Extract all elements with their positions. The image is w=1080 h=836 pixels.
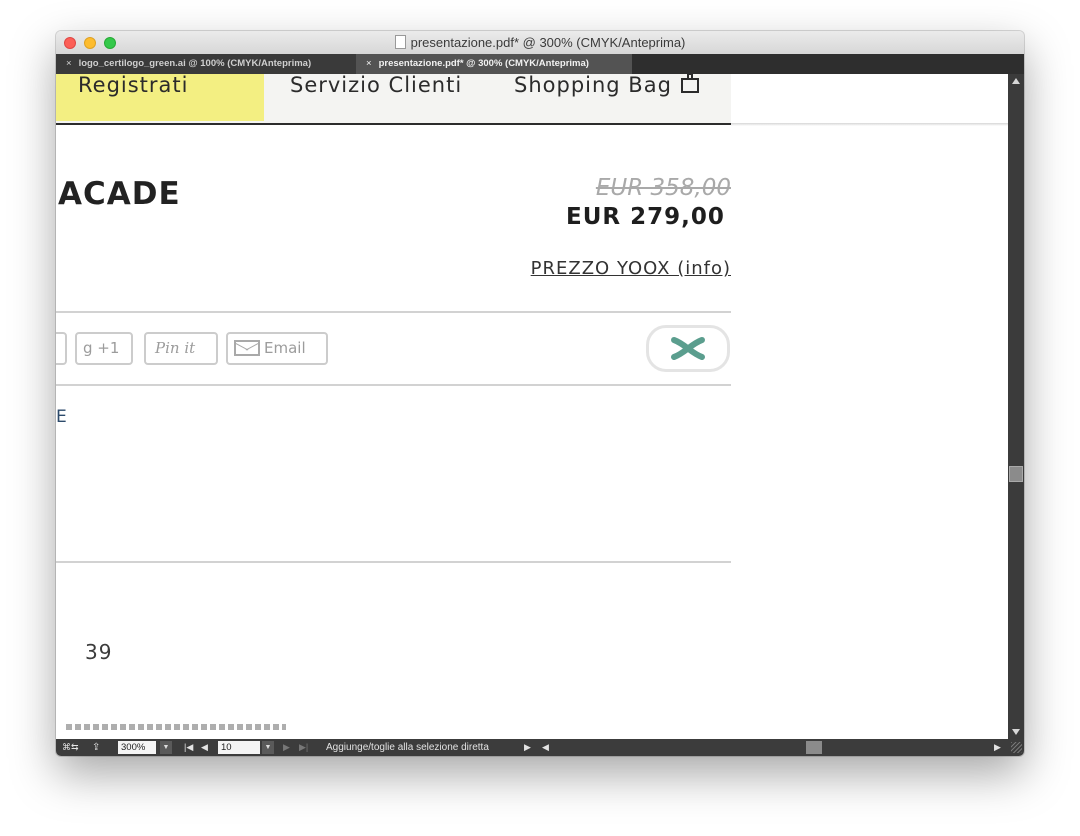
price-info-link[interactable]: PREZZO YOOX (info)	[531, 258, 731, 279]
page-number-input[interactable]: 10	[218, 741, 260, 754]
email-label: Email	[264, 339, 306, 357]
title-bar[interactable]: presentazione.pdf* @ 300% (CMYK/Anteprim…	[56, 31, 1024, 55]
divider	[56, 384, 731, 386]
tab-close-icon[interactable]: ×	[66, 58, 72, 69]
close-x-icon	[671, 337, 705, 360]
document-tab-bar: × logo_certilogo_green.ai @ 100% (CMYK/An…	[56, 54, 1024, 74]
clipped-text-line	[66, 724, 286, 730]
gplus-label: g +1	[83, 339, 120, 357]
product-name: ACADE	[58, 176, 181, 212]
shopping-bag-icon[interactable]	[681, 74, 699, 93]
zoom-input[interactable]: 300%	[118, 741, 156, 754]
window-title: presentazione.pdf* @ 300% (CMYK/Anteprim…	[410, 35, 686, 50]
illustrator-window: presentazione.pdf* @ 300% (CMYK/Anteprim…	[56, 31, 1024, 756]
share-icon[interactable]: ⇪	[92, 739, 100, 756]
tab-label: presentazione.pdf* @ 300% (CMYK/Anteprim…	[378, 58, 589, 69]
tab-label: logo_certilogo_green.ai @ 100% (CMYK/Ant…	[78, 58, 312, 69]
current-price: EUR 279,00	[566, 204, 725, 230]
size-value: 39	[85, 640, 113, 664]
first-page-icon[interactable]: |◀	[184, 739, 193, 756]
status-hint: Aggiunge/toglie alla selezione diretta	[326, 742, 489, 753]
window-title-area: presentazione.pdf* @ 300% (CMYK/Anteprim…	[56, 35, 1024, 50]
nav-register[interactable]: Registrati	[78, 74, 188, 97]
status-menu-icon[interactable]: ▶	[524, 739, 531, 756]
next-page-icon[interactable]: ▶	[283, 739, 290, 756]
tab-presentazione[interactable]: × presentazione.pdf* @ 300% (CMYK/Antepri…	[356, 54, 632, 74]
nav-customer-service[interactable]: Servizio Clienti	[290, 74, 462, 97]
horizontal-scroll-thumb[interactable]	[806, 741, 822, 754]
close-button[interactable]	[646, 325, 730, 372]
divider	[56, 561, 731, 563]
scroll-down-icon[interactable]	[1012, 729, 1020, 735]
zoom-dropdown-icon[interactable]: ▼	[160, 741, 172, 754]
status-bar: ⌘⇆ ⇪ 300% ▼ |◀ ◀ 10 ▼ ▶ ▶| Aggiunge/togl…	[56, 739, 1024, 756]
nav-shadow	[731, 123, 1008, 126]
nav-shopping-bag[interactable]: Shopping Bag	[514, 74, 672, 97]
share-button-partial[interactable]: t	[56, 332, 67, 365]
old-price: EUR 358,00	[595, 175, 731, 201]
site-nav-bar: Registrati Servizio Clienti Shopping Bag	[56, 74, 731, 125]
scroll-up-icon[interactable]	[1012, 78, 1020, 84]
pinit-button[interactable]: Pin it	[144, 332, 218, 365]
divider	[56, 311, 731, 313]
tab-logo-certilogo[interactable]: × logo_certilogo_green.ai @ 100% (CMYK/An…	[56, 54, 356, 74]
scroll-left-icon[interactable]: ◀	[542, 739, 549, 756]
tab-close-icon[interactable]: ×	[366, 58, 372, 69]
document-icon	[394, 35, 406, 49]
scroll-right-icon[interactable]: ▶	[994, 739, 1001, 756]
envelope-icon	[234, 340, 260, 356]
email-share-button[interactable]: Email	[226, 332, 328, 365]
artboard-canvas[interactable]: Registrati Servizio Clienti Shopping Bag…	[56, 74, 1008, 739]
last-page-icon[interactable]: ▶|	[299, 739, 308, 756]
vertical-scroll-thumb[interactable]	[1009, 466, 1023, 482]
resize-grip-icon[interactable]	[1011, 742, 1022, 753]
pinit-label: Pin it	[155, 339, 196, 357]
previous-page-icon[interactable]: ◀	[201, 739, 208, 756]
artboard-nav-icon[interactable]: ⌘⇆	[62, 739, 79, 756]
page-dropdown-icon[interactable]: ▼	[262, 741, 274, 754]
gplus-button[interactable]: g +1	[75, 332, 133, 365]
details-text-fragment: E	[56, 407, 67, 427]
vertical-scrollbar[interactable]	[1008, 74, 1024, 739]
